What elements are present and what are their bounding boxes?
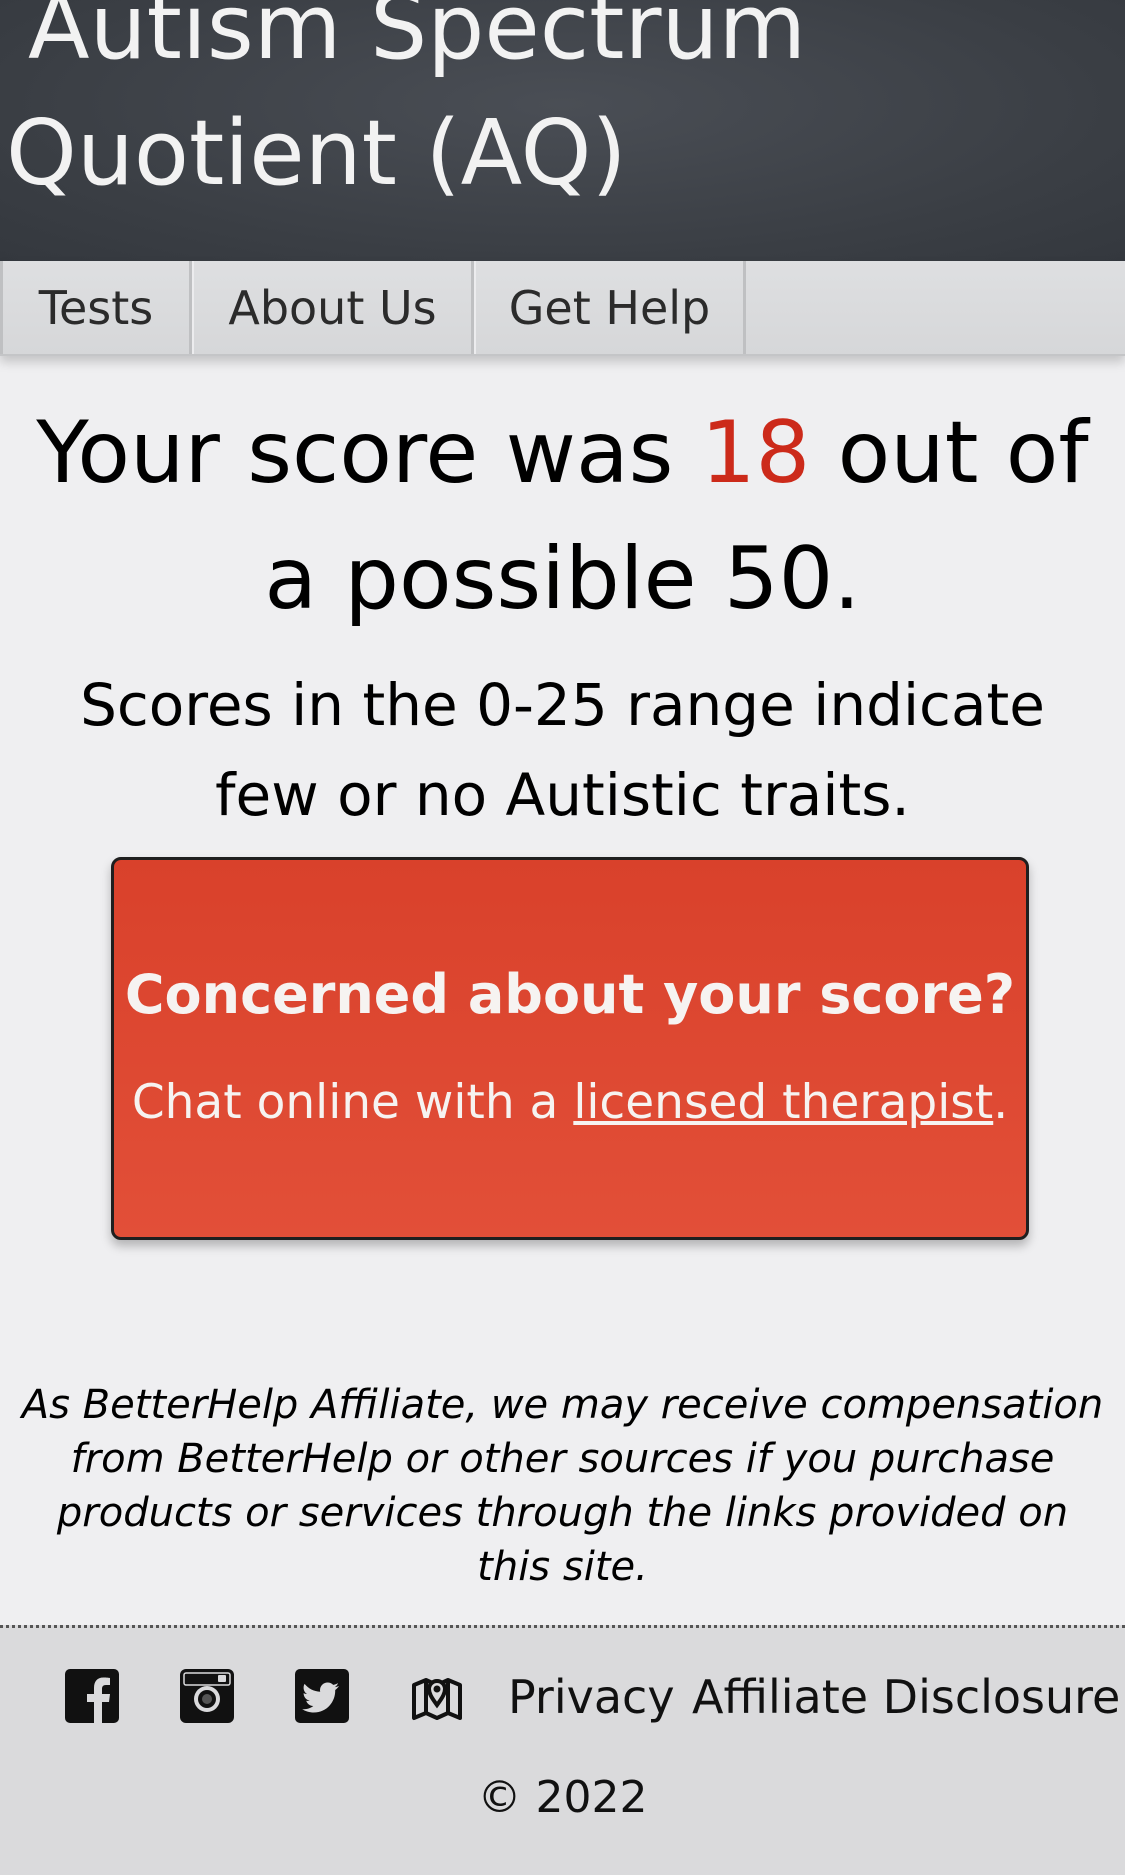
licensed-therapist-link[interactable]: licensed therapist	[573, 1075, 993, 1130]
cta-text-prefix: Chat online with a	[131, 1075, 574, 1130]
instagram-icon[interactable]	[180, 1669, 234, 1723]
footer-link-privacy[interactable]: Privacy	[508, 1667, 675, 1727]
cta-text: Chat online with a licensed therapist.	[114, 1070, 1026, 1136]
score-value: 18	[700, 403, 811, 503]
cta-title: Concerned about your score?	[124, 963, 1016, 1026]
site-header: Autism Spectrum Quotient (AQ)	[0, 0, 1125, 261]
score-range-text: Scores in the 0-25 range indicate few or…	[80, 671, 1045, 829]
facebook-icon[interactable]	[65, 1669, 119, 1723]
site-title-line-1[interactable]: Autism Spectrum	[6, 0, 1106, 91]
copyright: © 2022	[477, 1772, 648, 1823]
score-prefix: Your score was	[36, 403, 701, 503]
nav-tab-get-help[interactable]: Get Help	[474, 261, 746, 354]
site-title-line-2[interactable]: Quotient (AQ)	[6, 91, 1106, 217]
footer-link-affiliate-disclosure[interactable]: Affiliate Disclosure	[692, 1667, 1120, 1727]
therapist-cta-box[interactable]: Concerned about your score? Chat online …	[111, 857, 1029, 1240]
score-heading: Your score was 18 out of a possible 50.	[0, 390, 1125, 642]
nav-tab-tests[interactable]: Tests	[0, 261, 192, 354]
twitter-icon[interactable]	[295, 1669, 349, 1723]
cta-text-suffix: .	[993, 1075, 1009, 1130]
main-nav: Tests About Us Get Help	[0, 261, 1125, 356]
affiliate-disclaimer: As BetterHelp Affiliate, we may receive …	[21, 1382, 1104, 1590]
site-title[interactable]: Autism Spectrum Quotient (AQ)	[6, 0, 1106, 217]
site-footer: Privacy Affiliate Disclosure © 2022	[0, 1625, 1125, 1875]
nav-tab-about-us[interactable]: About Us	[192, 261, 474, 354]
footer-links-row: Privacy Affiliate Disclosure	[0, 1661, 1125, 1731]
map-icon[interactable]	[410, 1669, 464, 1723]
